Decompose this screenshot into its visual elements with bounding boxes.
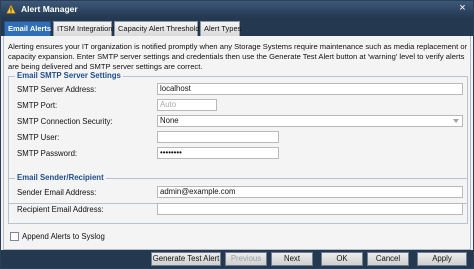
button-bar: Generate Test Alert Previous Next OK Can… (1, 250, 473, 268)
tab-itsm-integrations[interactable]: ITSM Integrations (53, 21, 116, 36)
tab-bar: Email Alerts ITSM Integrations Capacity … (1, 17, 473, 36)
apply-button[interactable]: Apply (417, 252, 467, 266)
next-button[interactable]: Next (271, 252, 313, 266)
smtp-user-label: SMTP User: (17, 133, 60, 142)
smtp-settings-legend: Email SMTP Server Settings (15, 71, 123, 80)
cancel-button[interactable]: Cancel (367, 252, 409, 266)
tab-capacity-alert-thresholds[interactable]: Capacity Alert Thresholds (114, 21, 203, 36)
append-syslog-checkbox[interactable] (10, 232, 19, 241)
smtp-connection-security-label: SMTP Connection Security: (17, 117, 113, 126)
recipient-email-label: Recipient Email Address: (17, 205, 104, 214)
close-icon[interactable]: × (457, 3, 468, 14)
smtp-port-input[interactable]: Auto (157, 99, 217, 111)
sender-recipient-legend: Email Sender/Recipient (15, 173, 106, 182)
smtp-password-input[interactable]: •••••••• (157, 147, 279, 159)
intro-text: Alerting ensures your IT organization is… (8, 42, 468, 71)
smtp-password-label: SMTP Password: (17, 149, 78, 158)
alert-manager-dialog: Alert Manager × Email Alerts ITSM Integr… (0, 0, 474, 269)
tab-email-alerts[interactable]: Email Alerts (4, 21, 51, 36)
smtp-server-address-label: SMTP Server Address: (17, 85, 97, 94)
tab-alert-types[interactable]: Alert Types (200, 21, 241, 36)
sender-recipient-group: Email Sender/Recipient Sender Email Addr… (8, 173, 468, 224)
smtp-connection-security-value: None (160, 116, 179, 125)
smtp-user-input[interactable] (157, 131, 279, 143)
append-syslog-label[interactable]: Append Alerts to Syslog (22, 232, 105, 241)
sender-email-label: Sender Email Address: (17, 188, 97, 197)
chevron-down-icon[interactable] (453, 119, 459, 123)
ok-button[interactable]: OK (321, 252, 363, 266)
title-bar[interactable]: Alert Manager × (1, 1, 473, 17)
smtp-server-address-input[interactable]: localhost (157, 83, 463, 95)
smtp-port-label: SMTP Port: (17, 101, 58, 110)
window-title: Alert Manager (21, 4, 78, 14)
warning-triangle-icon (6, 4, 16, 14)
sender-email-input[interactable]: admin@example.com (157, 186, 463, 198)
email-alerts-panel: Alerting ensures your IT organization is… (3, 36, 471, 250)
recipient-email-input[interactable] (157, 203, 463, 215)
previous-button[interactable]: Previous (225, 252, 267, 266)
smtp-connection-security-select[interactable]: None (157, 115, 463, 127)
generate-test-alert-button[interactable]: Generate Test Alert (151, 252, 221, 266)
